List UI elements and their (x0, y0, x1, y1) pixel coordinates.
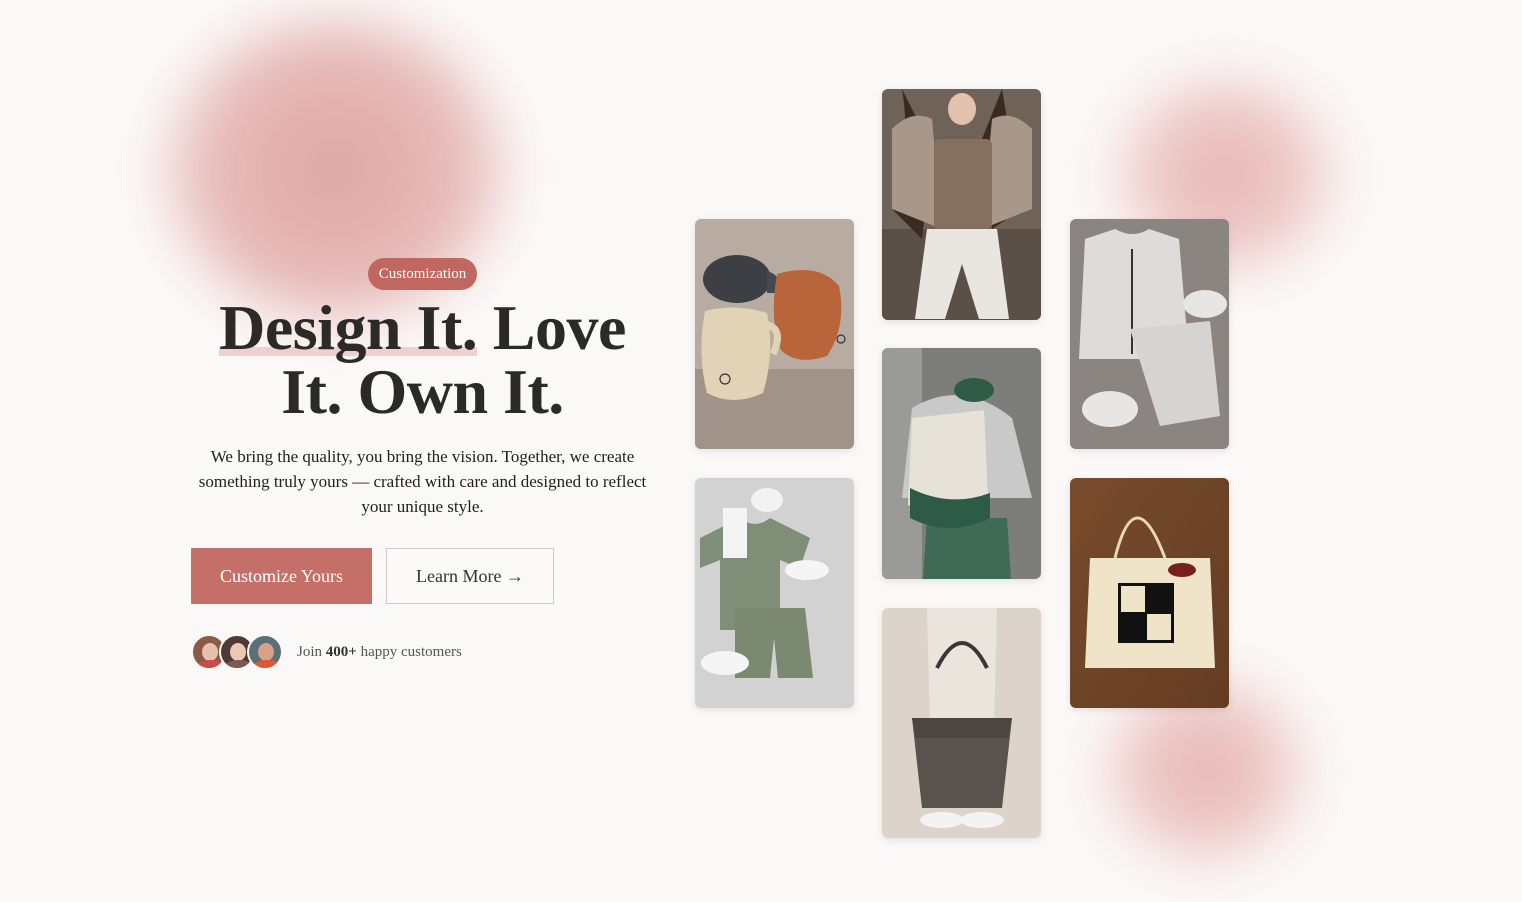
gallery-image-tank-outfit (882, 89, 1041, 320)
gallery-image-green-tee-set (695, 478, 854, 708)
hero-headline: Design It. Love It. Own It. (185, 292, 660, 424)
category-badge: Customization (367, 258, 478, 290)
avatar (247, 634, 283, 670)
gallery-image-brown-tote (882, 608, 1041, 838)
gallery-image-mugs (695, 219, 854, 449)
customize-button[interactable]: Customize Yours (191, 548, 372, 604)
hero-section: Customization Design It. Love It. Own It… (185, 258, 660, 670)
gallery-image-puffer-vest-set (1070, 219, 1229, 449)
gallery-image-tote-outfit (882, 348, 1041, 579)
social-proof-text: Join 400+ happy customers (297, 643, 462, 660)
gallery-image-canvas-tote (1070, 478, 1229, 708)
customer-count: 400+ (325, 643, 357, 660)
social-proof: Join 400+ happy customers (185, 634, 660, 670)
headline-highlight: Design It. (219, 292, 478, 363)
hero-actions: Customize Yours Learn More → (185, 548, 660, 604)
hero-subtext: We bring the quality, you bring the visi… (198, 447, 647, 516)
customer-avatars (191, 634, 283, 670)
learn-more-button[interactable]: Learn More → (386, 548, 554, 604)
